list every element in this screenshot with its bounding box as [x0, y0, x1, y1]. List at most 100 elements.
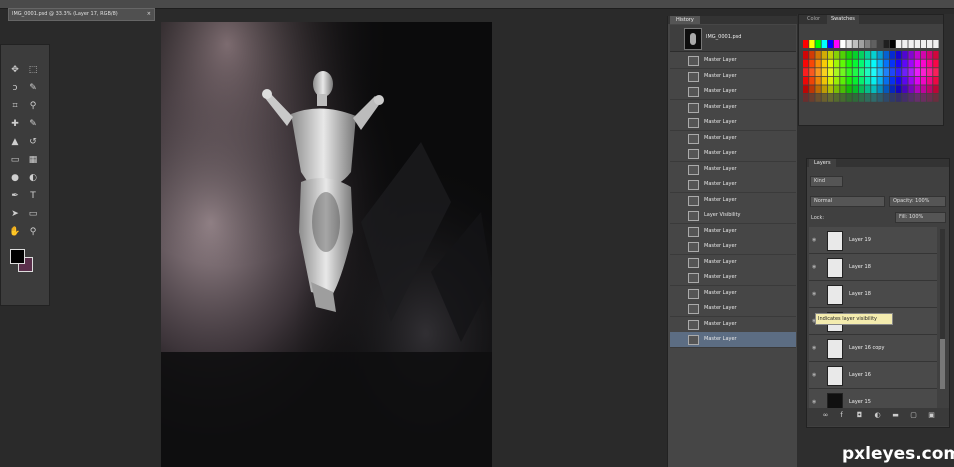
swatch[interactable] — [877, 51, 883, 59]
swatch[interactable] — [858, 85, 865, 94]
swatch[interactable] — [920, 59, 927, 68]
swatch[interactable] — [840, 85, 846, 94]
swatch[interactable] — [871, 59, 877, 68]
swatch[interactable] — [883, 94, 889, 102]
swatch[interactable] — [858, 94, 865, 102]
swatch[interactable] — [902, 40, 908, 48]
swatch[interactable] — [803, 76, 809, 85]
swatch[interactable] — [803, 68, 809, 76]
swatch[interactable] — [933, 94, 939, 102]
hand-tool[interactable]: ✋ — [7, 225, 23, 239]
stamp-tool[interactable]: ▲ — [7, 135, 23, 149]
crop-tool[interactable]: ⌗ — [7, 99, 23, 113]
history-item[interactable]: Master Layer — [670, 68, 796, 85]
history-item[interactable]: Master Layer — [670, 239, 796, 255]
swatch[interactable] — [883, 76, 889, 85]
brush-tool[interactable]: ✎ — [25, 117, 41, 131]
eyedropper-tool[interactable]: ⚲ — [25, 99, 41, 113]
swatch[interactable] — [840, 40, 846, 48]
swatch[interactable] — [933, 51, 939, 59]
swatch[interactable] — [896, 76, 902, 85]
swatch[interactable] — [920, 68, 927, 76]
swatch[interactable] — [920, 76, 927, 85]
swatch[interactable] — [902, 51, 908, 59]
swatch[interactable] — [908, 76, 914, 85]
swatch[interactable] — [827, 85, 834, 94]
swatch[interactable] — [896, 68, 902, 76]
healing-tool[interactable]: ✚ — [7, 117, 23, 131]
swatch[interactable] — [834, 94, 840, 102]
swatch[interactable] — [865, 51, 871, 59]
layer-filter-select[interactable]: Kind — [810, 176, 843, 187]
tab-swatches[interactable]: Swatches — [827, 15, 859, 24]
swatch[interactable] — [927, 51, 933, 59]
swatch[interactable] — [883, 68, 889, 76]
swatch[interactable] — [840, 59, 846, 68]
eye-icon[interactable]: ◉ — [812, 345, 816, 351]
swatch[interactable] — [834, 51, 840, 59]
fx-icon[interactable]: f — [837, 411, 846, 420]
swatch[interactable] — [877, 59, 883, 68]
document-canvas[interactable] — [161, 22, 492, 467]
swatch[interactable] — [815, 40, 821, 48]
dodge-tool[interactable]: ◐ — [25, 171, 41, 185]
swatch[interactable] — [840, 94, 846, 102]
swatch[interactable] — [914, 85, 920, 94]
swatch[interactable] — [809, 40, 815, 48]
swatch[interactable] — [827, 51, 834, 59]
shape-tool[interactable]: ▭ — [25, 207, 41, 221]
blur-tool[interactable]: ● — [7, 171, 23, 185]
swatch[interactable] — [809, 51, 815, 59]
swatch[interactable] — [809, 85, 815, 94]
swatch[interactable] — [858, 76, 865, 85]
eye-icon[interactable]: ◉ — [812, 237, 816, 243]
history-item[interactable]: Master Layer — [670, 177, 796, 193]
swatch[interactable] — [908, 40, 914, 48]
document-tab[interactable]: IMG_0001.psd @ 33.3% (Layer 17, RGB/8) × — [8, 8, 155, 21]
swatch[interactable] — [803, 59, 809, 68]
pen-tool[interactable]: ✒ — [7, 189, 23, 203]
history-item[interactable]: Master Layer — [670, 115, 796, 131]
swatch[interactable] — [889, 85, 896, 94]
swatch[interactable] — [821, 40, 827, 48]
swatch[interactable] — [846, 40, 852, 48]
history-item[interactable]: Master Layer — [670, 332, 796, 348]
swatch[interactable] — [865, 85, 871, 94]
swatch[interactable] — [803, 40, 809, 48]
history-snapshot[interactable]: IMG_0001.psd — [670, 25, 796, 52]
swatch[interactable] — [914, 59, 920, 68]
swatch[interactable] — [827, 76, 834, 85]
swatch[interactable] — [933, 68, 939, 76]
swatch[interactable] — [933, 40, 939, 48]
swatch[interactable] — [840, 68, 846, 76]
swatch[interactable] — [927, 59, 933, 68]
swatch[interactable] — [927, 76, 933, 85]
history-item[interactable]: Master Layer — [670, 270, 796, 286]
swatch[interactable] — [834, 40, 840, 48]
swatch[interactable] — [908, 68, 914, 76]
eraser-tool[interactable]: ▭ — [7, 153, 23, 167]
swatch[interactable] — [852, 76, 858, 85]
history-item[interactable]: Master Layer — [670, 84, 796, 100]
tab-layers[interactable]: Layers — [809, 159, 836, 167]
eye-icon[interactable]: ◉ — [812, 291, 816, 297]
swatch[interactable] — [840, 51, 846, 59]
swatch[interactable] — [852, 59, 858, 68]
swatch[interactable] — [927, 40, 933, 48]
history-item[interactable]: Master Layer — [670, 301, 796, 317]
swatch[interactable] — [827, 94, 834, 102]
swatch[interactable] — [803, 85, 809, 94]
swatch[interactable] — [889, 76, 896, 85]
history-item[interactable]: Master Layer — [670, 192, 796, 209]
history-item[interactable]: Master Layer — [670, 223, 796, 240]
swatch[interactable] — [821, 76, 827, 85]
swatch[interactable] — [846, 68, 852, 76]
swatch[interactable] — [827, 68, 834, 76]
swatch[interactable] — [889, 68, 896, 76]
swatch[interactable] — [908, 94, 914, 102]
trash-icon[interactable]: ▣ — [927, 411, 936, 420]
swatch[interactable] — [920, 51, 927, 59]
swatch[interactable] — [908, 51, 914, 59]
swatch[interactable] — [834, 68, 840, 76]
swatch[interactable] — [858, 59, 865, 68]
